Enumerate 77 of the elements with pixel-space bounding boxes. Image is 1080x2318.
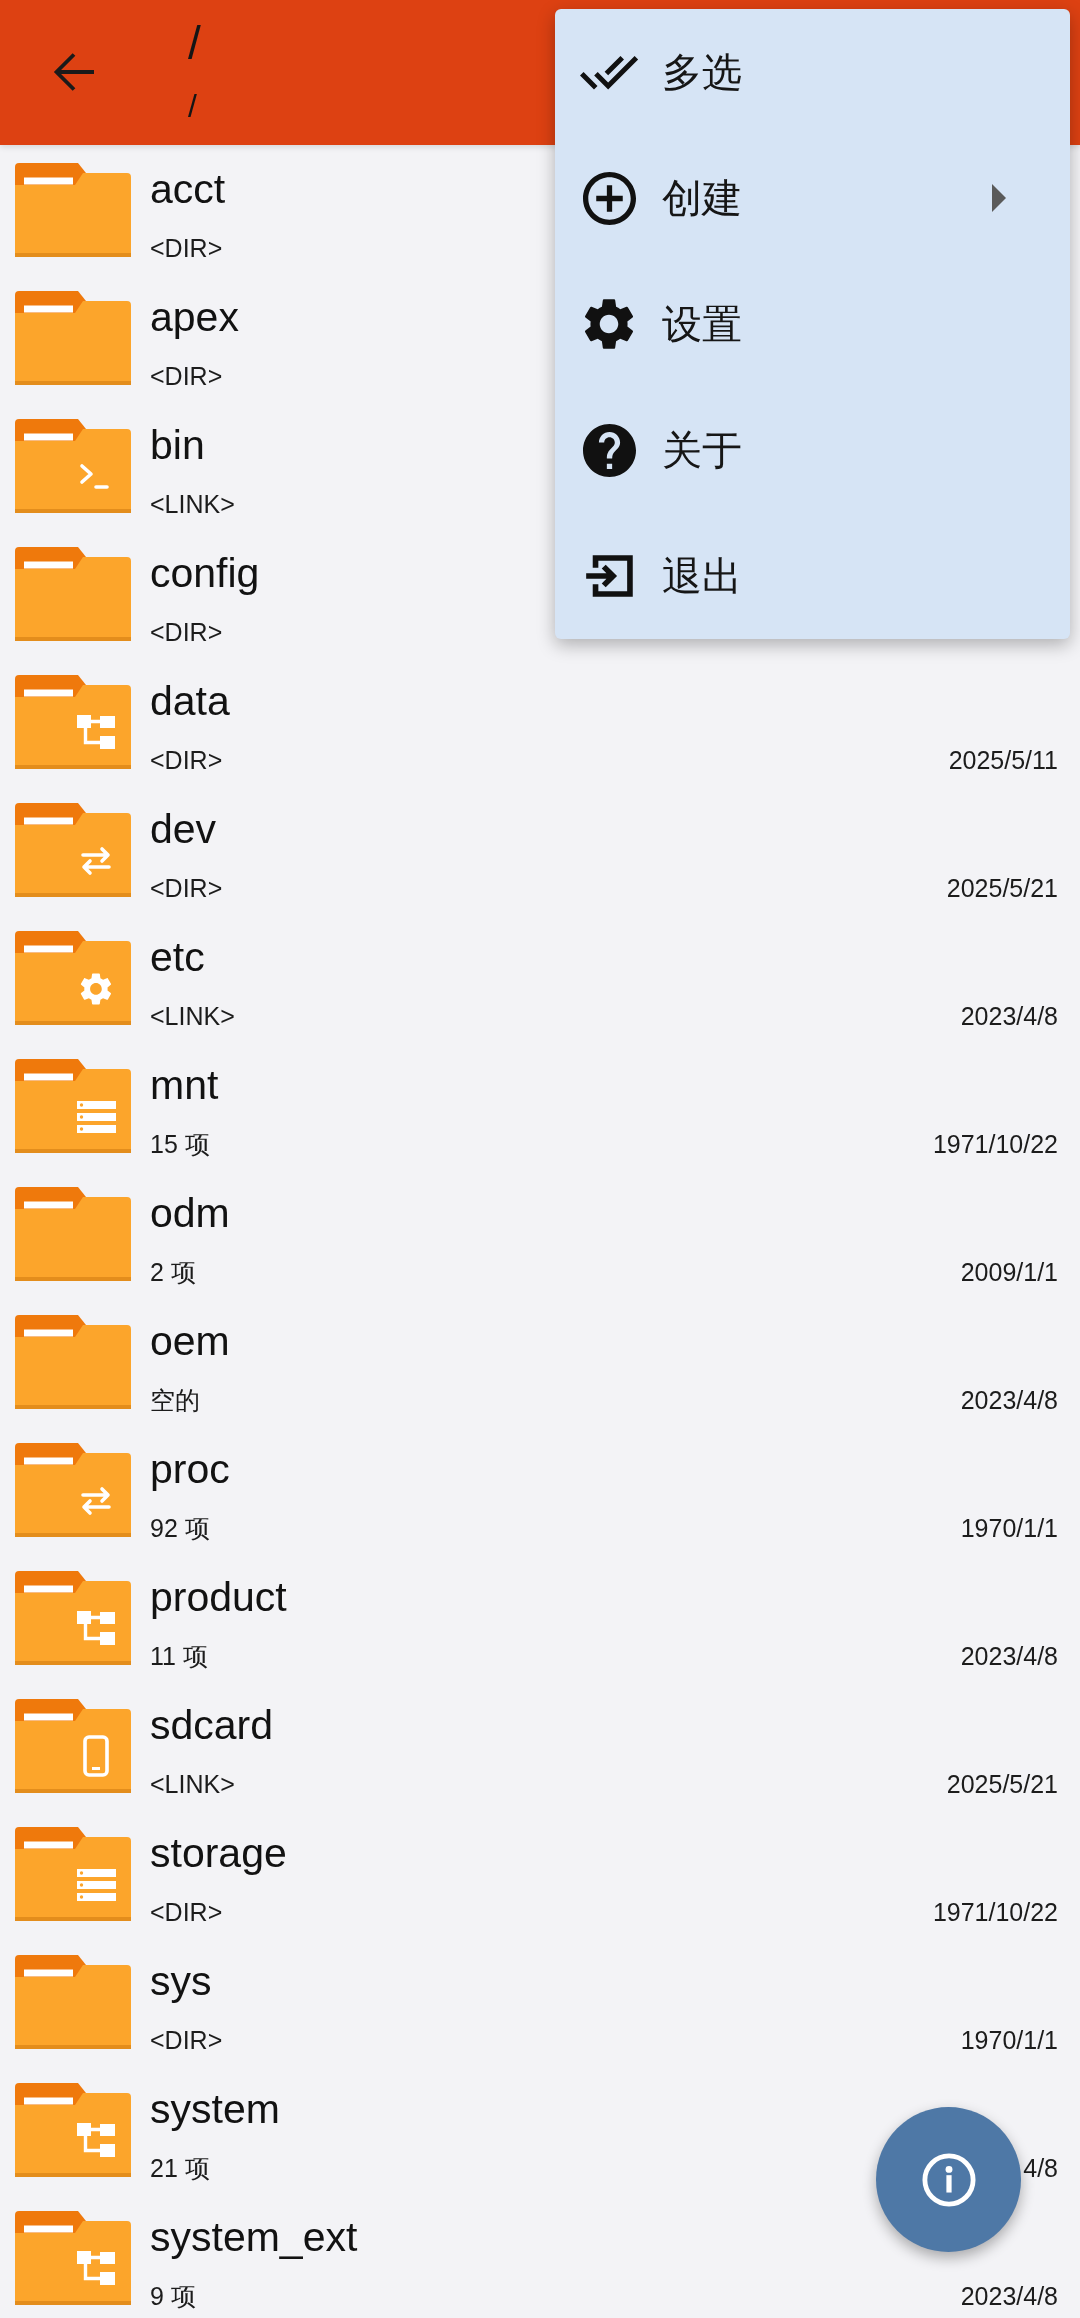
folder-icon [15, 163, 131, 257]
title: / [188, 16, 201, 70]
file-info: <LINK> [150, 489, 235, 519]
file-info: 15 项 [150, 1129, 210, 1159]
folder-terminal-icon [15, 419, 131, 513]
file-name: apex [150, 293, 239, 341]
file-info: 92 项 [150, 1513, 210, 1543]
file-info: <DIR> [150, 1897, 223, 1927]
file-name: oem [150, 1317, 230, 1365]
folder-icon [15, 547, 131, 641]
folder-icon [15, 1187, 131, 1281]
file-date: 2023/4/8 [960, 1001, 1058, 1031]
subtitle: / [188, 87, 197, 126]
file-info: <DIR> [150, 2025, 223, 2055]
file-info: <DIR> [150, 873, 223, 903]
file-name: mnt [150, 1061, 219, 1109]
file-name: bin [150, 421, 205, 469]
settings-icon [584, 298, 634, 350]
folder-icon [15, 1955, 131, 2049]
exit-icon [585, 553, 633, 599]
file-info: 21 项 [150, 2153, 210, 2183]
file-name: config [150, 549, 260, 597]
folder-icon [15, 1315, 131, 1409]
file-name: product [150, 1573, 287, 1621]
file-date: 2023/4/8 [960, 2281, 1058, 2311]
folder-list-icon [15, 1059, 131, 1153]
menu-item[interactable]: 多选 [555, 9, 1070, 135]
file-date: 1971/10/22 [932, 1129, 1058, 1159]
file-name: proc [150, 1445, 230, 1493]
file-info: 空的 [150, 1385, 200, 1415]
folder-list-icon [15, 1827, 131, 1921]
back-arrow-icon [53, 51, 95, 93]
folder-phone-icon [15, 1699, 131, 1793]
file-name: dev [150, 805, 217, 853]
file-name: sdcard [150, 1701, 274, 1749]
file-date: 2009/1/1 [960, 1257, 1058, 1287]
info-button[interactable] [876, 2107, 1021, 2252]
file-name: etc [150, 933, 205, 981]
file-date: 2025/5/11 [948, 745, 1058, 775]
file-date: 2023/4/8 [960, 1641, 1058, 1671]
menu-item[interactable]: 关于 [555, 387, 1070, 513]
file-info: 11 项 [150, 1641, 208, 1671]
info-icon [921, 2152, 976, 2207]
folder-hierarchy-icon [15, 675, 131, 769]
menu-item[interactable]: 设置 [555, 261, 1070, 387]
file-date: 2025/5/21 [946, 1769, 1058, 1799]
file-date: 1970/1/1 [960, 2025, 1058, 2055]
folder-swap-arrows-icon [15, 1443, 131, 1537]
file-info: 2 项 [150, 1257, 196, 1287]
file-info: <DIR> [150, 233, 223, 263]
file-name: system [150, 2085, 280, 2133]
file-name: system_ext [150, 2213, 358, 2261]
file-name: sys [150, 1957, 212, 2005]
file-date: 1971/10/22 [932, 1897, 1058, 1927]
help-icon [582, 423, 636, 477]
file-name: data [150, 677, 230, 725]
file-date: 4/8 [1023, 2153, 1058, 2183]
file-name: acct [150, 165, 226, 213]
file-info: 9 项 [150, 2281, 196, 2311]
file-info: <DIR> [150, 617, 223, 647]
folder-hierarchy-icon [15, 2083, 131, 2177]
file-info: <DIR> [150, 361, 223, 391]
file-date: 1970/1/1 [960, 1513, 1058, 1543]
file-date: 2025/5/21 [946, 873, 1058, 903]
file-info: <DIR> [150, 745, 223, 775]
menu-item[interactable]: 退出 [555, 513, 1070, 639]
file-name: odm [150, 1189, 230, 1237]
folder-gear-icon [15, 931, 131, 1025]
folder-swap-arrows-icon [15, 803, 131, 897]
folder-hierarchy-icon [15, 1571, 131, 1665]
file-info: <LINK> [150, 1769, 235, 1799]
file-info: <LINK> [150, 1001, 235, 1031]
file-date: 2023/4/8 [960, 1385, 1058, 1415]
folder-icon [15, 291, 131, 385]
folder-hierarchy-icon [15, 2211, 131, 2305]
file-name: storage [150, 1829, 287, 1877]
menu-item[interactable]: 创建 [555, 135, 1070, 261]
